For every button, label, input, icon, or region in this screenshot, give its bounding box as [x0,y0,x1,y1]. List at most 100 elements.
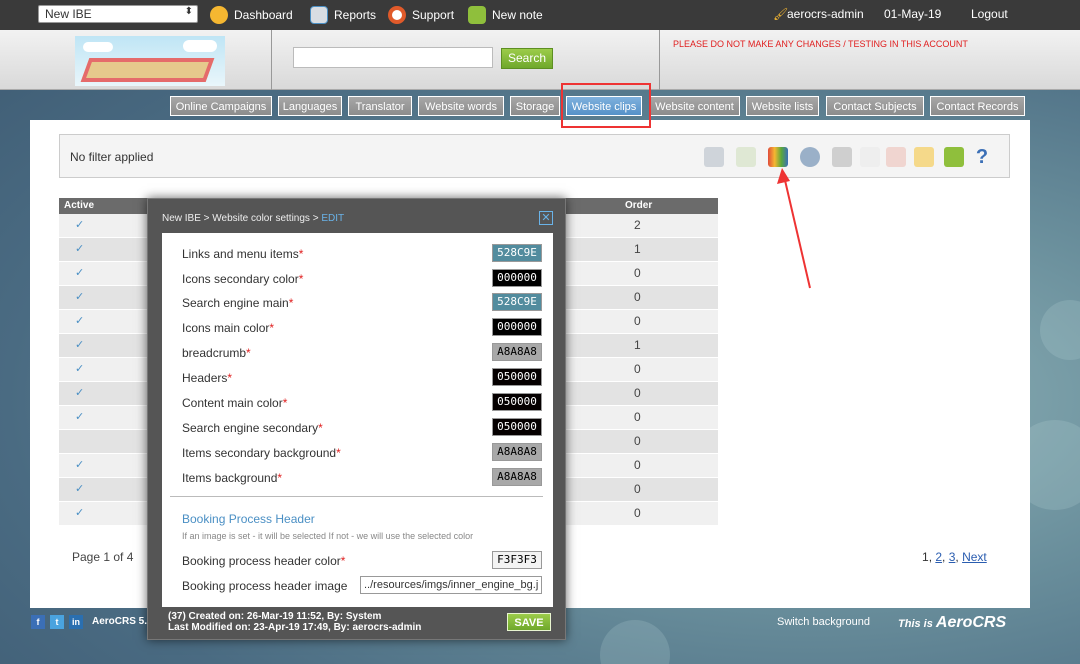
image-path-input[interactable]: ../resources/imgs/inner_engine_bg.j [360,576,542,594]
color-input[interactable]: 528C9E [492,293,542,311]
active-check: ✓ [75,363,85,375]
header: Search PLEASE DO NOT MAKE ANY CHANGES / … [0,30,1080,90]
section-hint: If an image is set - it will be selected… [182,531,474,541]
tab-contact-subjects[interactable]: Contact Subjects [826,96,924,116]
modified-info: Last Modified on: 23-Apr-19 17:49, By: a… [168,622,422,633]
pdf-icon[interactable] [886,147,906,167]
social-links: f t in [31,615,83,629]
order-value: 2 [634,218,641,232]
field-breadcrumb: breadcrumb* A8A8A8 [182,343,542,363]
page-2-link[interactable]: 2 [935,550,942,564]
field-items-background: Items background* A8A8A8 [182,468,542,488]
footer-logo: This is AeroCRS [898,614,1006,632]
color-input[interactable]: 050000 [492,418,542,436]
tab-website-words[interactable]: Website words [418,96,504,116]
active-check: ✓ [75,219,85,231]
order-value: 0 [634,410,641,424]
color-input[interactable]: 050000 [492,368,542,386]
page-1[interactable]: 1 [922,550,929,564]
field-label: Headers* [182,371,233,385]
page-3-link[interactable]: 3 [949,550,956,564]
switch-background-link[interactable]: Switch background [777,616,870,628]
tab-contact-records[interactable]: Contact Records [930,96,1025,116]
color-input[interactable]: 050000 [492,393,542,411]
order-value: 0 [634,266,641,280]
filter-icon[interactable] [704,147,724,167]
search-input[interactable] [293,47,493,68]
field-booking-header-image: Booking process header image ../resource… [182,576,542,596]
select-arrows-icon: ⬍ [184,6,193,17]
color-input[interactable]: A8A8A8 [492,443,542,461]
twitter-icon[interactable]: t [50,615,64,629]
field-booking-header-color: Booking process header color* F3F3F3 [182,551,542,571]
excel-icon[interactable] [860,147,880,167]
nav-support-label: Support [412,8,455,22]
field-search-engine-main: Search engine main* 528C9E [182,293,542,313]
color-settings-modal: New IBE > Website color settings > EDIT … [147,198,566,640]
color-input[interactable]: A8A8A8 [492,343,542,361]
order-value: 1 [634,242,641,256]
save-button[interactable]: SAVE [507,613,551,631]
facebook-icon[interactable]: f [31,615,45,629]
order-value: 0 [634,506,641,520]
pagination: 1, 2, 3, Next [922,550,987,564]
note-icon [468,6,486,24]
tab-online-campaigns[interactable]: Online Campaigns [170,96,272,116]
print-icon[interactable] [832,147,852,167]
refresh-icon[interactable] [944,147,964,167]
nav-reports-label: Reports [334,8,377,22]
help-icon[interactable]: ? [972,147,992,167]
field-label: breadcrumb* [182,346,251,360]
order-value: 1 [634,338,641,352]
color-input[interactable]: F3F3F3 [492,551,542,569]
tab-languages[interactable]: Languages [278,96,342,116]
field-label: Search engine secondary* [182,421,323,435]
active-check: ✓ [75,315,85,327]
account-select-value: New IBE [45,7,92,21]
account-select[interactable]: New IBE ⬍ [38,5,198,23]
linkedin-icon[interactable]: in [69,615,83,629]
bokeh-circle [1040,300,1080,360]
record-meta: (37) Created on: 26-Mar-19 11:52, By: Sy… [168,611,421,633]
nav-dashboard[interactable]: Dashboard [210,5,293,25]
this-is-label: This is [898,618,933,630]
add-icon[interactable] [736,147,756,167]
tab-website-content[interactable]: Website content [649,96,740,116]
page-info: Page 1 of 4 [72,550,134,564]
active-check: ✓ [75,459,85,471]
username[interactable]: aerocrs-admin [787,7,864,21]
annotation-arrow [777,168,811,289]
order-value: 0 [634,290,641,304]
created-info: (37) Created on: 26-Mar-19 11:52, By: Sy… [168,611,382,622]
color-input[interactable]: 000000 [492,269,542,287]
field-icons-secondary-color: Icons secondary color* 000000 [182,269,542,289]
color-input[interactable]: 528C9E [492,244,542,262]
field-search-engine-secondary: Search engine secondary* 050000 [182,418,542,438]
tab-website-lists[interactable]: Website lists [746,96,819,116]
nav-support[interactable]: Support [388,5,454,25]
modal-breadcrumb-path: New IBE > Website color settings > [162,213,322,224]
email-icon[interactable] [914,147,934,167]
search-button[interactable]: Search [501,48,553,69]
tab-translator[interactable]: Translator [348,96,412,116]
field-label: Content main color* [182,396,288,410]
header-order: Order [625,200,653,211]
nav-dashboard-label: Dashboard [234,8,293,22]
active-check: ✓ [75,483,85,495]
section-divider [170,496,543,497]
order-value: 0 [634,482,641,496]
tab-storage[interactable]: Storage [510,96,560,116]
filter-status: No filter applied [70,150,154,164]
color-input[interactable]: A8A8A8 [492,468,542,486]
close-icon[interactable]: ✕ [539,211,553,225]
nav-new-note[interactable]: New note [468,5,543,25]
order-value: 0 [634,434,641,448]
logout-link[interactable]: Logout [971,7,1008,21]
color-input[interactable]: 000000 [492,318,542,336]
field-links-menu-items: Links and menu items* 528C9E [182,244,542,264]
next-page-link[interactable]: Next [962,550,987,564]
modal-form: Links and menu items* 528C9E Icons secon… [162,233,553,607]
nav-reports[interactable]: Reports [310,5,376,25]
field-content-main-color: Content main color* 050000 [182,393,542,413]
field-label: Icons secondary color* [182,272,304,286]
